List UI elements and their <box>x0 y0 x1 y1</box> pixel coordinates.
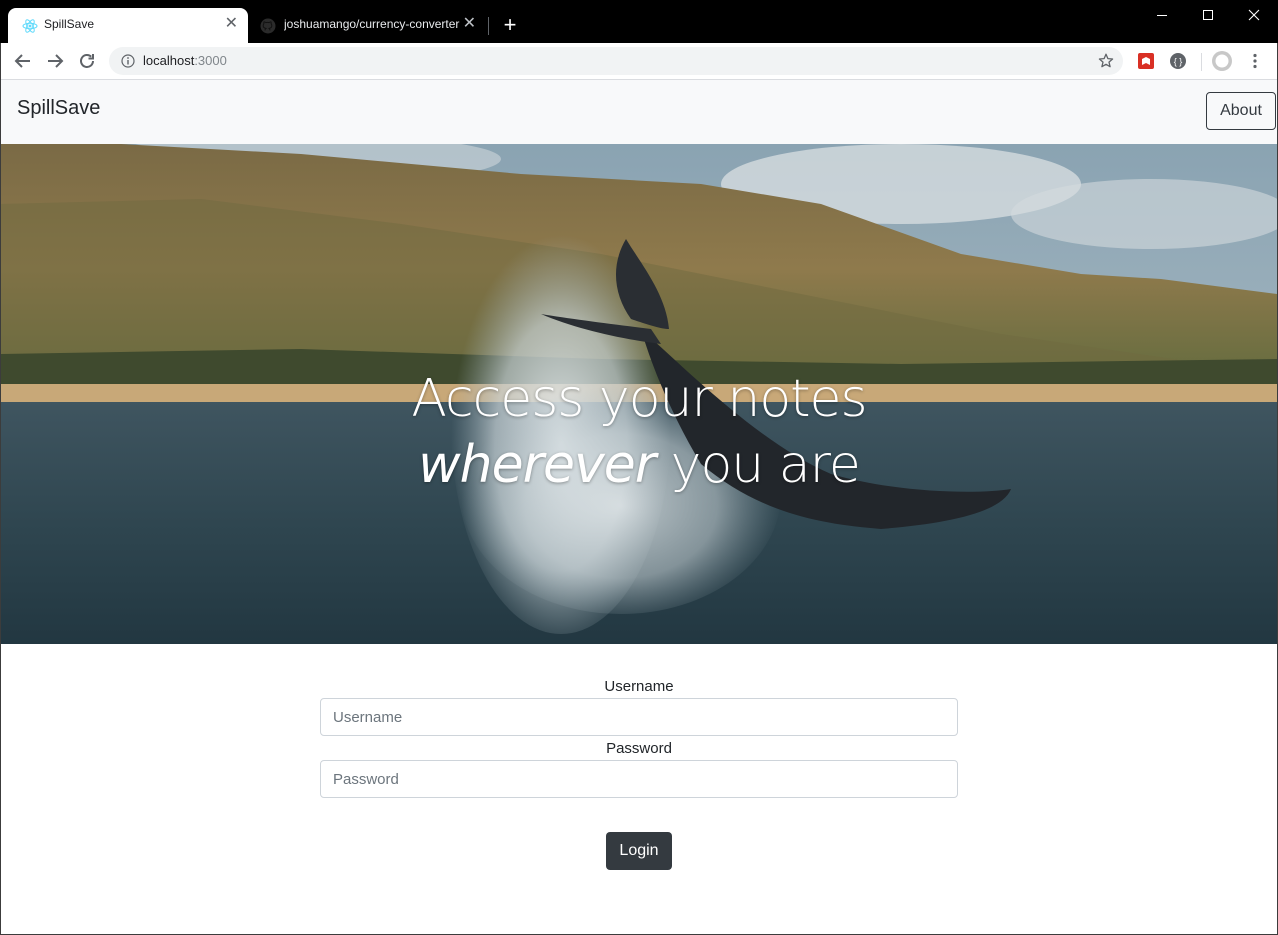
hero-line-2-rest: you are <box>655 435 861 495</box>
hero-line-1: Access your notes <box>411 369 867 429</box>
profile-avatar-icon[interactable] <box>1212 51 1232 71</box>
new-tab-button[interactable]: + <box>499 14 521 36</box>
about-button[interactable]: About <box>1206 92 1276 130</box>
url-port: :3000 <box>194 53 227 68</box>
url-text: localhost:3000 <box>143 53 227 68</box>
username-label: Username <box>604 678 674 695</box>
react-icon <box>22 19 38 33</box>
hero-headline: Access your notes wherever you are <box>1 366 1277 498</box>
password-label: Password <box>606 740 672 757</box>
tab-separator <box>488 17 489 35</box>
tab-title: joshuamango/currency-converter <box>284 17 460 31</box>
hero-emphasis: wherever <box>418 435 656 495</box>
close-icon[interactable] <box>1239 5 1269 25</box>
svg-text:{ }: { } <box>1174 57 1183 67</box>
menu-kebab-icon[interactable] <box>1246 52 1264 70</box>
url-host: localhost <box>143 53 195 68</box>
password-input[interactable] <box>320 760 958 798</box>
forward-arrow-icon[interactable] <box>43 49 67 73</box>
address-bar[interactable]: localhost:3000 <box>109 47 1123 75</box>
login-form: Username Password Login <box>320 676 958 870</box>
github-icon <box>260 18 276 34</box>
maximize-icon[interactable] <box>1193 5 1223 25</box>
tab-github[interactable]: joshuamango/currency-converter ✕ <box>252 8 484 43</box>
extension-icon[interactable] <box>1137 52 1155 70</box>
extension-brackets-icon[interactable]: { } <box>1169 52 1187 70</box>
tab-close-icon[interactable]: ✕ <box>463 16 476 32</box>
minimize-icon[interactable] <box>1147 5 1177 25</box>
hero-banner: Access your notes wherever you are <box>1 144 1277 644</box>
window-border <box>0 43 1 935</box>
username-input[interactable] <box>320 698 958 736</box>
browser-toolbar: localhost:3000 { } <box>0 43 1278 80</box>
toolbar-separator <box>1201 53 1202 71</box>
tab-title: SpillSave <box>44 17 95 31</box>
reload-icon[interactable] <box>75 49 99 73</box>
site-navbar: SpillSave About <box>1 80 1277 144</box>
browser-titlebar: SpillSave ✕ joshuamango/currency-convert… <box>0 0 1278 43</box>
login-button[interactable]: Login <box>606 832 672 870</box>
bookmark-star-icon[interactable] <box>1097 52 1115 70</box>
info-icon[interactable] <box>121 54 135 68</box>
tab-spillsave[interactable]: SpillSave ✕ <box>8 8 248 43</box>
hero-line-2: wherever you are <box>1 432 1277 498</box>
back-arrow-icon[interactable] <box>11 49 35 73</box>
tab-close-icon[interactable]: ✕ <box>225 16 238 32</box>
brand-logo[interactable]: SpillSave <box>17 97 100 120</box>
